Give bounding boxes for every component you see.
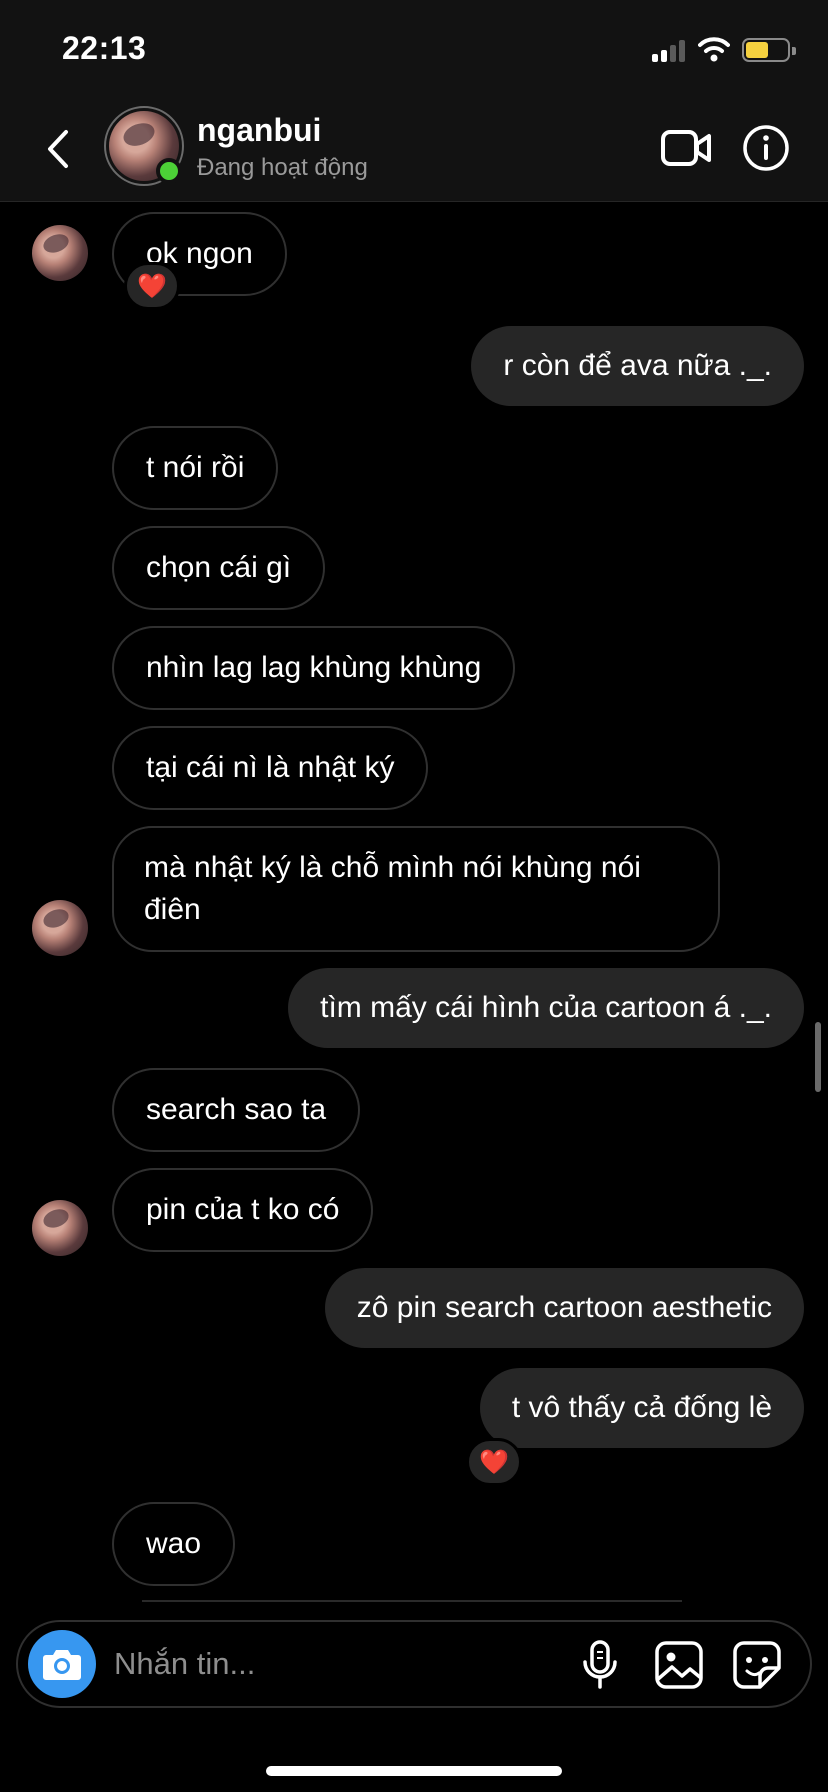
heart-reaction-icon[interactable]: ❤️ — [124, 262, 180, 310]
sender-avatar[interactable] — [32, 225, 88, 281]
message-incoming[interactable]: search sao ta — [112, 1068, 361, 1152]
scrollbar[interactable] — [815, 1022, 821, 1092]
message-outgoing[interactable]: t vô thấy cả đống lè — [479, 1368, 804, 1448]
chat-header: nganbui Đang hoạt động — [0, 100, 828, 202]
message-incoming[interactable]: nhìn lag lag khùng khùng — [112, 626, 516, 710]
message-incoming[interactable]: tại cái nì là nhật ký — [112, 726, 429, 810]
message-incoming[interactable]: pin của t ko có — [112, 1168, 374, 1252]
camera-button[interactable] — [28, 1630, 96, 1698]
message-outgoing[interactable]: tìm mấy cái hình của cartoon á ._. — [288, 968, 804, 1048]
message-incoming[interactable]: mà nhật ký là chỗ mình nói khùng nói điê… — [112, 826, 720, 952]
info-icon[interactable] — [742, 124, 790, 172]
wifi-icon — [698, 37, 730, 62]
online-status-dot — [156, 158, 182, 184]
back-chevron-icon[interactable] — [40, 124, 76, 174]
sticker-icon[interactable] — [732, 1640, 782, 1690]
message-edge-fade — [142, 1600, 682, 1602]
message-outgoing[interactable]: r còn để ava nữa ._. — [471, 326, 804, 406]
message-incoming[interactable]: t nói rồi — [112, 426, 279, 510]
battery-icon — [742, 38, 796, 62]
heart-reaction-icon[interactable]: ❤️ — [466, 1438, 522, 1486]
message-incoming[interactable]: chọn cái gì — [112, 526, 326, 610]
message-incoming[interactable]: wao — [112, 1502, 236, 1586]
message-outgoing[interactable]: zô pin search cartoon aesthetic — [324, 1268, 804, 1348]
microphone-icon[interactable] — [580, 1640, 620, 1690]
camera-icon — [43, 1650, 81, 1680]
contact-name[interactable]: nganbui — [197, 112, 321, 149]
contact-activity-status: Đang hoạt động — [197, 154, 368, 181]
status-bar: 22:13 — [0, 0, 828, 100]
message-input[interactable] — [114, 1640, 494, 1688]
cellular-signal-icon — [652, 40, 688, 62]
gallery-icon[interactable] — [654, 1640, 704, 1690]
video-call-icon[interactable] — [660, 126, 712, 170]
home-indicator[interactable] — [266, 1766, 562, 1776]
message-composer — [16, 1620, 812, 1708]
status-time: 22:13 — [62, 30, 147, 66]
sender-avatar[interactable] — [32, 1200, 88, 1256]
sender-avatar[interactable] — [32, 900, 88, 956]
